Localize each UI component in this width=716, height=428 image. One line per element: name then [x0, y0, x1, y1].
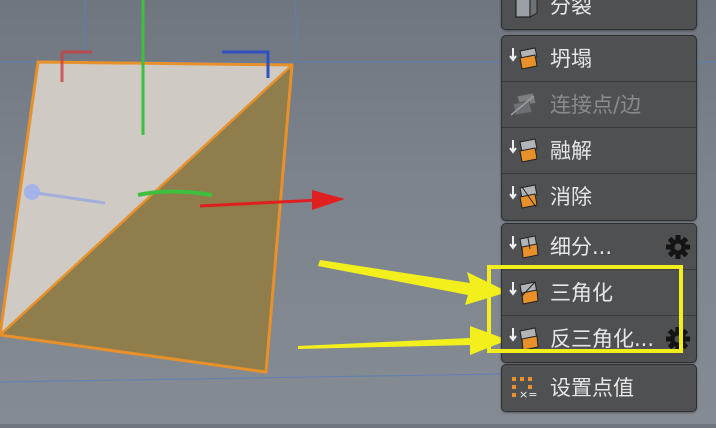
- z-axis-handle-icon: [24, 184, 40, 200]
- split-icon: [515, 0, 538, 18]
- menu-group-mid: 坍塌 连接点/边 融解 消除: [501, 35, 697, 221]
- menu-item-connect-points-edges[interactable]: 连接点/边: [502, 82, 696, 128]
- menu-item-melt-label: 融解: [550, 139, 592, 163]
- menu-item-connect-label: 连接点/边: [550, 93, 642, 117]
- set-point-value-icon: ×=: [512, 377, 537, 401]
- annotation-arrow-2-icon: [298, 326, 508, 355]
- menu-group-bottom: ×= 设置点值: [501, 364, 697, 412]
- menu-item-collapse[interactable]: 坍塌: [502, 36, 696, 82]
- menu-group-top: 分裂: [501, 0, 697, 30]
- annotation-highlight-box: [487, 265, 683, 353]
- menu-item-set-point-value-label: 设置点值: [550, 376, 634, 400]
- menu-item-dissolve-label: 消除: [550, 185, 592, 209]
- subdivide-icon: [509, 235, 539, 259]
- menu-item-melt[interactable]: 融解: [502, 128, 696, 174]
- gear-icon[interactable]: [665, 234, 691, 260]
- menu-item-collapse-label: 坍塌: [550, 47, 592, 71]
- svg-text:×=: ×=: [519, 388, 537, 401]
- x-axis-arrowhead-icon: [312, 190, 345, 210]
- menu-item-subdivide-label: 细分...: [550, 235, 613, 259]
- menu-item-split-label: 分裂: [550, 0, 592, 18]
- dissolve-icon: [509, 184, 538, 209]
- menu-item-set-point-value[interactable]: ×= 设置点值: [502, 365, 696, 411]
- annotation-arrow-1-icon: [318, 260, 508, 305]
- menu-item-subdivide[interactable]: 细分...: [502, 224, 696, 270]
- melt-icon: [509, 138, 538, 163]
- menu-item-dissolve[interactable]: 消除: [502, 174, 696, 220]
- menu-item-split[interactable]: 分裂: [502, 0, 696, 29]
- collapse-icon: [509, 47, 538, 70]
- connect-icon: [510, 92, 537, 116]
